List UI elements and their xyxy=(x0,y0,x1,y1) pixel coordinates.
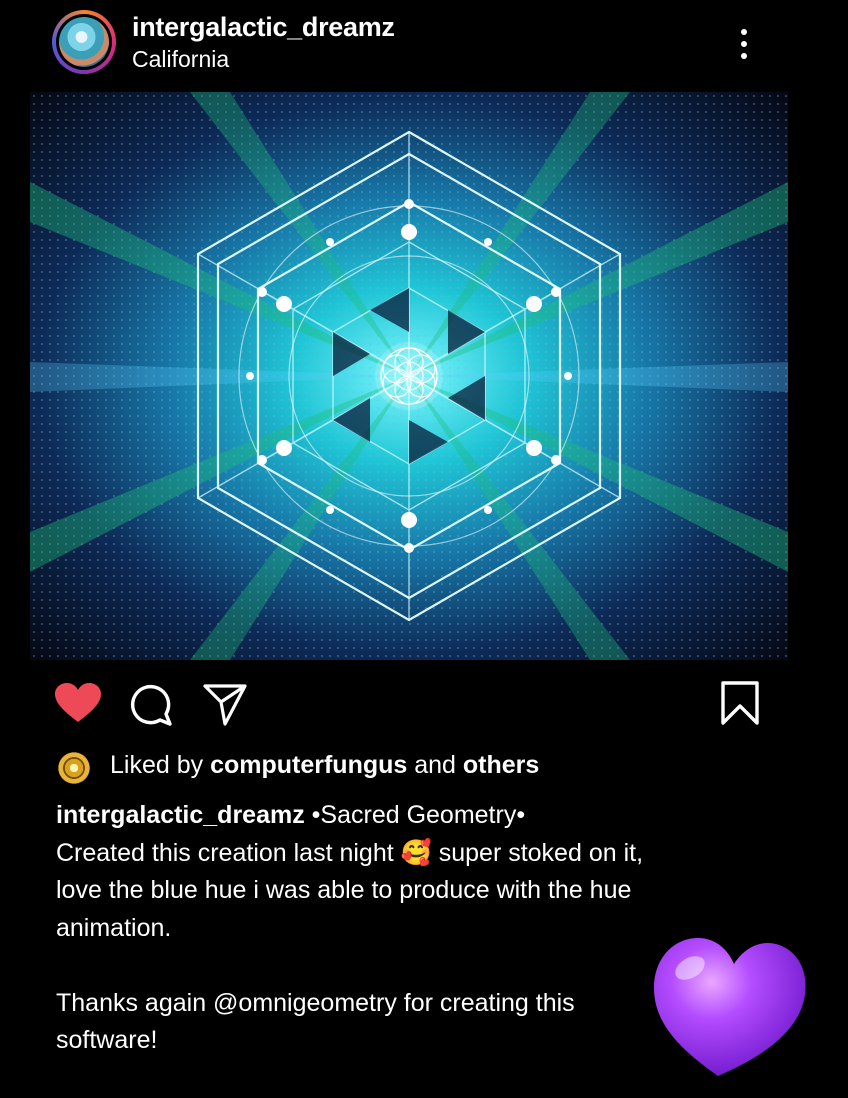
avatar-ring-gap xyxy=(56,14,112,70)
avatar-image xyxy=(59,17,109,67)
post-location[interactable]: California xyxy=(132,46,229,73)
caption-line: Created this creation last night 🥰 super… xyxy=(56,835,736,873)
likes-middle: and xyxy=(407,751,463,779)
caption-paragraph-gap xyxy=(56,947,736,985)
post-header: intergalactic_dreamz California xyxy=(0,0,848,90)
caption-line: Thanks again @omnigeometry for creating … xyxy=(56,988,575,1017)
caption-text: Created this creation last night xyxy=(56,838,401,867)
likes-others-link[interactable]: others xyxy=(463,751,539,779)
post-image[interactable] xyxy=(30,92,788,660)
liker-username[interactable]: computerfungus xyxy=(210,751,407,779)
heart-filled-icon[interactable] xyxy=(54,682,102,724)
avatar[interactable] xyxy=(52,10,116,74)
caption-username[interactable]: intergalactic_dreamz xyxy=(56,801,305,829)
post-username[interactable]: intergalactic_dreamz xyxy=(132,12,395,43)
share-icon[interactable] xyxy=(202,682,248,726)
likes-prefix: Liked by xyxy=(110,751,211,779)
purple-heart-emoji xyxy=(654,938,806,1076)
caption-line: animation. xyxy=(56,913,172,942)
more-options-icon[interactable] xyxy=(730,26,758,62)
post-caption: intergalactic_dreamz •Sacred Geometry• C… xyxy=(56,797,736,1060)
post-action-bar xyxy=(0,676,848,726)
sacred-geometry-artwork xyxy=(30,92,788,660)
liker-avatar xyxy=(58,752,90,784)
caption-title: •Sacred Geometry• xyxy=(304,801,526,829)
caption-text: super stoked on it, xyxy=(431,838,644,867)
caption-line: intergalactic_dreamz •Sacred Geometry• xyxy=(56,797,736,835)
smiling-face-with-hearts-emoji: 🥰 xyxy=(400,838,432,867)
comment-icon[interactable] xyxy=(128,684,174,728)
bookmark-icon[interactable] xyxy=(718,680,762,726)
caption-line: love the blue hue i was able to produce … xyxy=(56,876,632,904)
caption-line: software! xyxy=(56,1026,158,1054)
likes-text: Liked by computerfungus and others xyxy=(110,751,539,780)
